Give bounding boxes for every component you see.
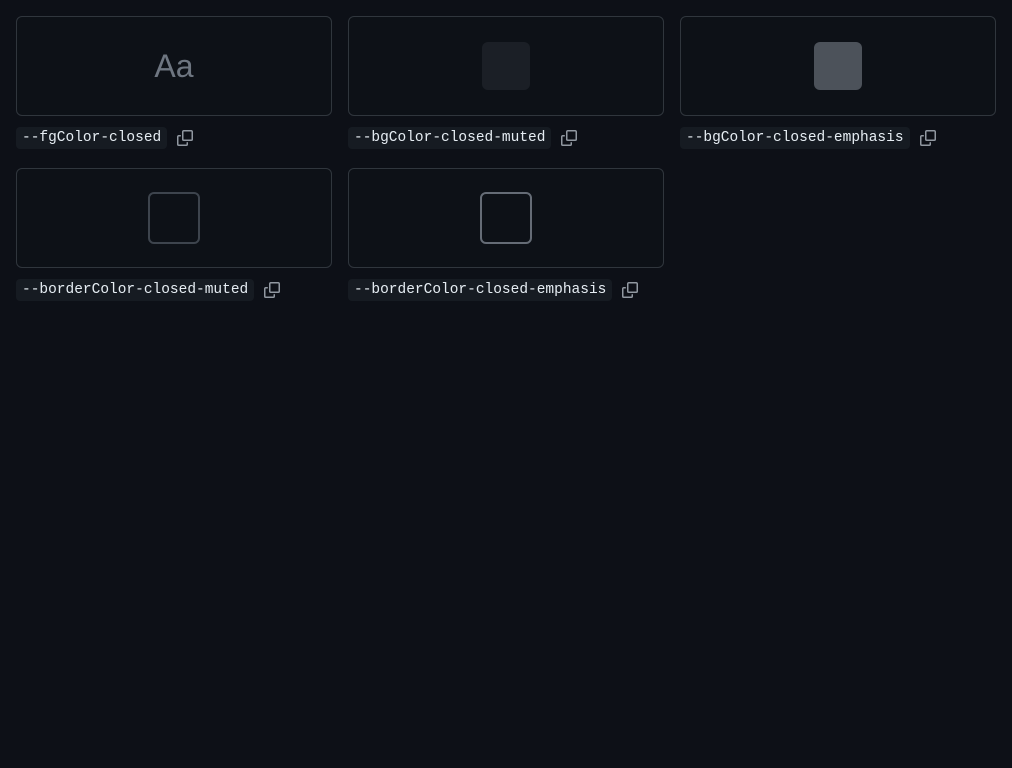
token-card-borderColor-closed-muted: --borderColor-closed-muted bbox=[16, 168, 332, 320]
color-swatch bbox=[482, 42, 530, 90]
token-label-row: --fgColor-closed bbox=[16, 127, 332, 149]
copy-button[interactable] bbox=[177, 130, 194, 146]
token-name: --borderColor-closed-emphasis bbox=[348, 279, 613, 301]
copy-button[interactable] bbox=[919, 130, 936, 146]
token-preview bbox=[348, 16, 664, 116]
token-card-bgColor-closed-emphasis: --bgColor-closed-emphasis bbox=[680, 16, 996, 168]
token-card-bgColor-closed-muted: --bgColor-closed-muted bbox=[348, 16, 664, 168]
text-sample: Aa bbox=[154, 48, 194, 84]
token-name: --bgColor-closed-muted bbox=[348, 127, 552, 149]
copy-button[interactable] bbox=[264, 282, 281, 298]
copy-icon bbox=[919, 130, 936, 146]
token-preview bbox=[680, 16, 996, 116]
border-swatch bbox=[480, 192, 532, 244]
token-name: --borderColor-closed-muted bbox=[16, 279, 255, 301]
token-card-borderColor-closed-emphasis: --borderColor-closed-emphasis bbox=[348, 168, 664, 320]
copy-button[interactable] bbox=[561, 130, 578, 146]
token-label-row: --bgColor-closed-muted bbox=[348, 127, 664, 149]
token-name: --fgColor-closed bbox=[16, 127, 168, 149]
token-preview bbox=[16, 168, 332, 268]
token-label-row: --borderColor-closed-emphasis bbox=[348, 279, 664, 301]
copy-icon bbox=[622, 282, 639, 298]
token-name: --bgColor-closed-emphasis bbox=[680, 127, 910, 149]
color-token-grid: Aa --fgColor-closed --bgColor-closed-mut… bbox=[16, 16, 996, 320]
token-card-fgColor-closed: Aa --fgColor-closed bbox=[16, 16, 332, 168]
token-preview bbox=[348, 168, 664, 268]
color-swatch bbox=[814, 42, 862, 90]
token-label-row: --bgColor-closed-emphasis bbox=[680, 127, 996, 149]
copy-icon bbox=[561, 130, 578, 146]
copy-button[interactable] bbox=[622, 282, 639, 298]
token-label-row: --borderColor-closed-muted bbox=[16, 279, 332, 301]
copy-icon bbox=[177, 130, 194, 146]
copy-icon bbox=[264, 282, 281, 298]
token-preview: Aa bbox=[16, 16, 332, 116]
border-swatch bbox=[148, 192, 200, 244]
